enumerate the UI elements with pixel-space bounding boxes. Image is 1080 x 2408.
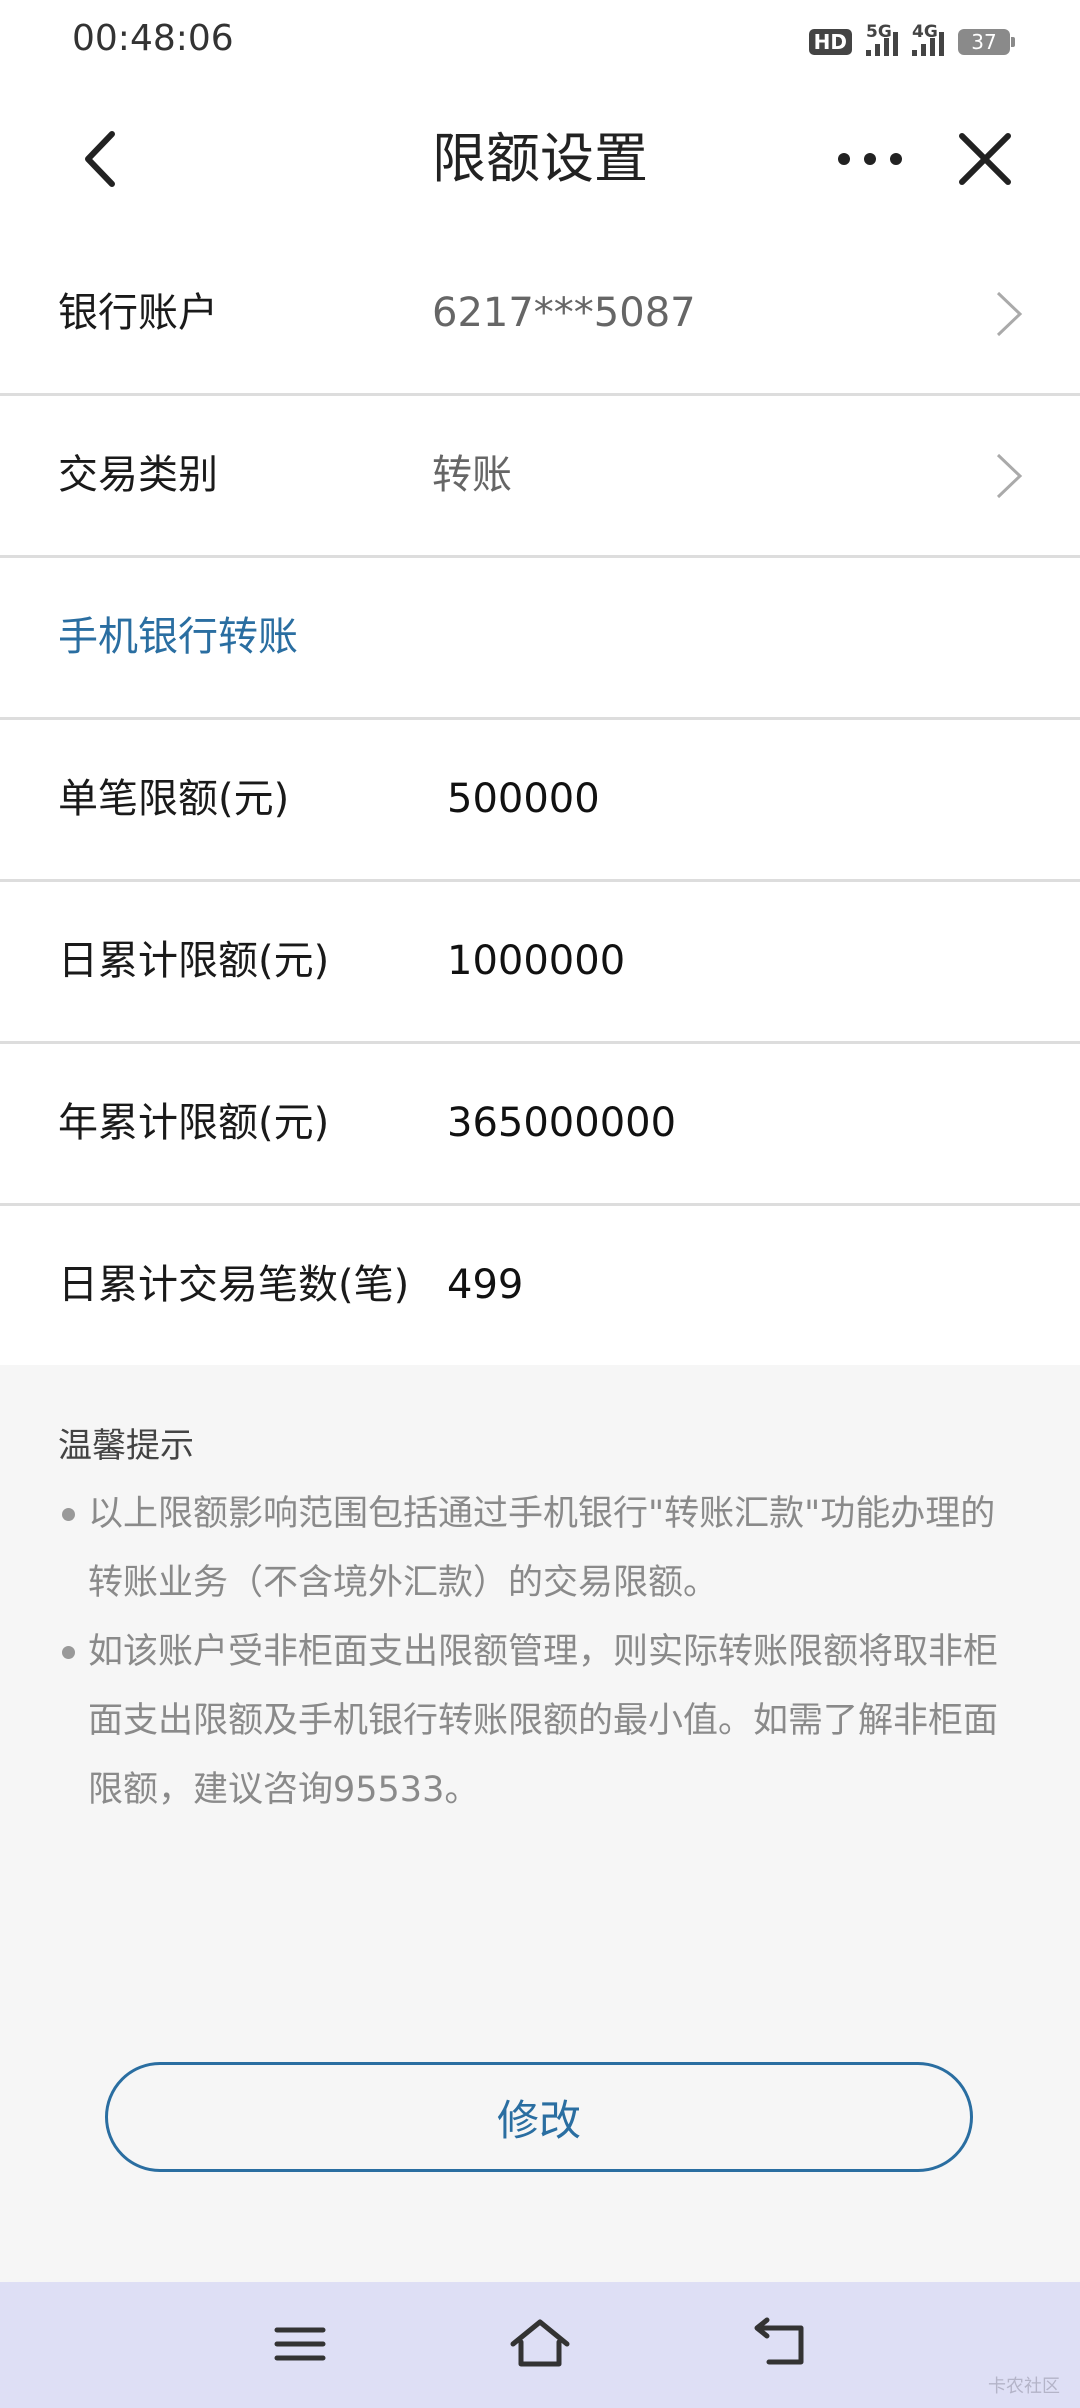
daily-count-label: 日累计交易笔数(笔) [58,1262,410,1308]
status-icons: HD 5G 4G 37 [808,22,1015,62]
tip-text: 如该账户受非柜面支出限额管理，则实际转账限额将取非柜面支出限额及手机银行转账限额… [88,1632,999,1810]
limit-list: 银行账户 6217***5087 交易类别 转账 手机银行转账 单笔限额(元) … [0,234,1080,1365]
menu-icon [274,2327,326,2361]
home-icon [510,2319,570,2367]
chevron-right-icon [996,291,1023,337]
close-button[interactable] [950,124,1020,194]
signal-5g-icon: 5G [866,22,898,56]
page-title: 限额设置 [432,127,648,190]
status-time: 00:48:06 [72,18,234,59]
more-button[interactable] [830,124,910,194]
hd-indicator: HD [808,29,852,55]
daily-count-row: 日累计交易笔数(笔) 499 [0,1206,1080,1365]
bank-account-value: 6217***5087 [432,290,696,336]
section-title: 手机银行转账 [58,614,298,660]
transaction-type-value: 转账 [432,452,512,498]
tip-item: 以上限额影响范围包括通过手机银行"转账汇款"功能办理的转账业务（不含境外汇款）的… [62,1480,1028,1618]
network-5g-label: 5G [866,22,892,42]
system-back-button[interactable] [745,2312,815,2376]
signal-4g-icon: 4G [912,22,944,56]
yearly-limit-row: 年累计限额(元) 365000000 [0,1044,1080,1206]
system-nav-bar: 卡农社区 [0,2282,1080,2408]
transaction-type-label: 交易类别 [58,452,218,498]
single-limit-label: 单笔限额(元) [58,776,290,822]
yearly-limit-label: 年累计限额(元) [58,1100,330,1146]
home-button[interactable] [505,2312,575,2376]
bullet-icon [62,1646,75,1659]
bank-account-row[interactable]: 银行账户 6217***5087 [0,234,1080,396]
more-icon [838,153,902,165]
single-limit-value: 500000 [447,776,600,822]
status-bar: 00:48:06 HD 5G 4G 37 [0,0,1080,84]
daily-limit-row: 日累计限额(元) 1000000 [0,882,1080,1044]
back-icon [754,2317,804,2365]
close-icon [959,133,1011,185]
tips-title: 温馨提示 [58,1426,194,1466]
transaction-type-row[interactable]: 交易类别 转账 [0,396,1080,558]
watermark: 卡农社区 [988,2376,1060,2397]
yearly-limit-value: 365000000 [447,1100,677,1146]
modify-button[interactable]: 修改 [105,2062,973,2172]
daily-count-value: 499 [447,1262,524,1308]
tip-text: 以上限额影响范围包括通过手机银行"转账汇款"功能办理的转账业务（不含境外汇款）的… [88,1494,996,1603]
menu-button[interactable] [265,2312,335,2376]
battery-icon: 37 [958,29,1015,55]
bullet-icon [62,1508,75,1521]
daily-limit-value: 1000000 [447,938,626,984]
chevron-right-icon [996,453,1023,499]
tip-item: 如该账户受非柜面支出限额管理，则实际转账限额将取非柜面支出限额及手机银行转账限额… [62,1618,1028,1825]
daily-limit-label: 日累计限额(元) [58,938,330,984]
bank-account-label: 银行账户 [58,290,218,336]
nav-bar: 限额设置 [0,84,1080,234]
section-header: 手机银行转账 [0,558,1080,720]
network-4g-label: 4G [912,22,938,42]
single-limit-row: 单笔限额(元) 500000 [0,720,1080,882]
